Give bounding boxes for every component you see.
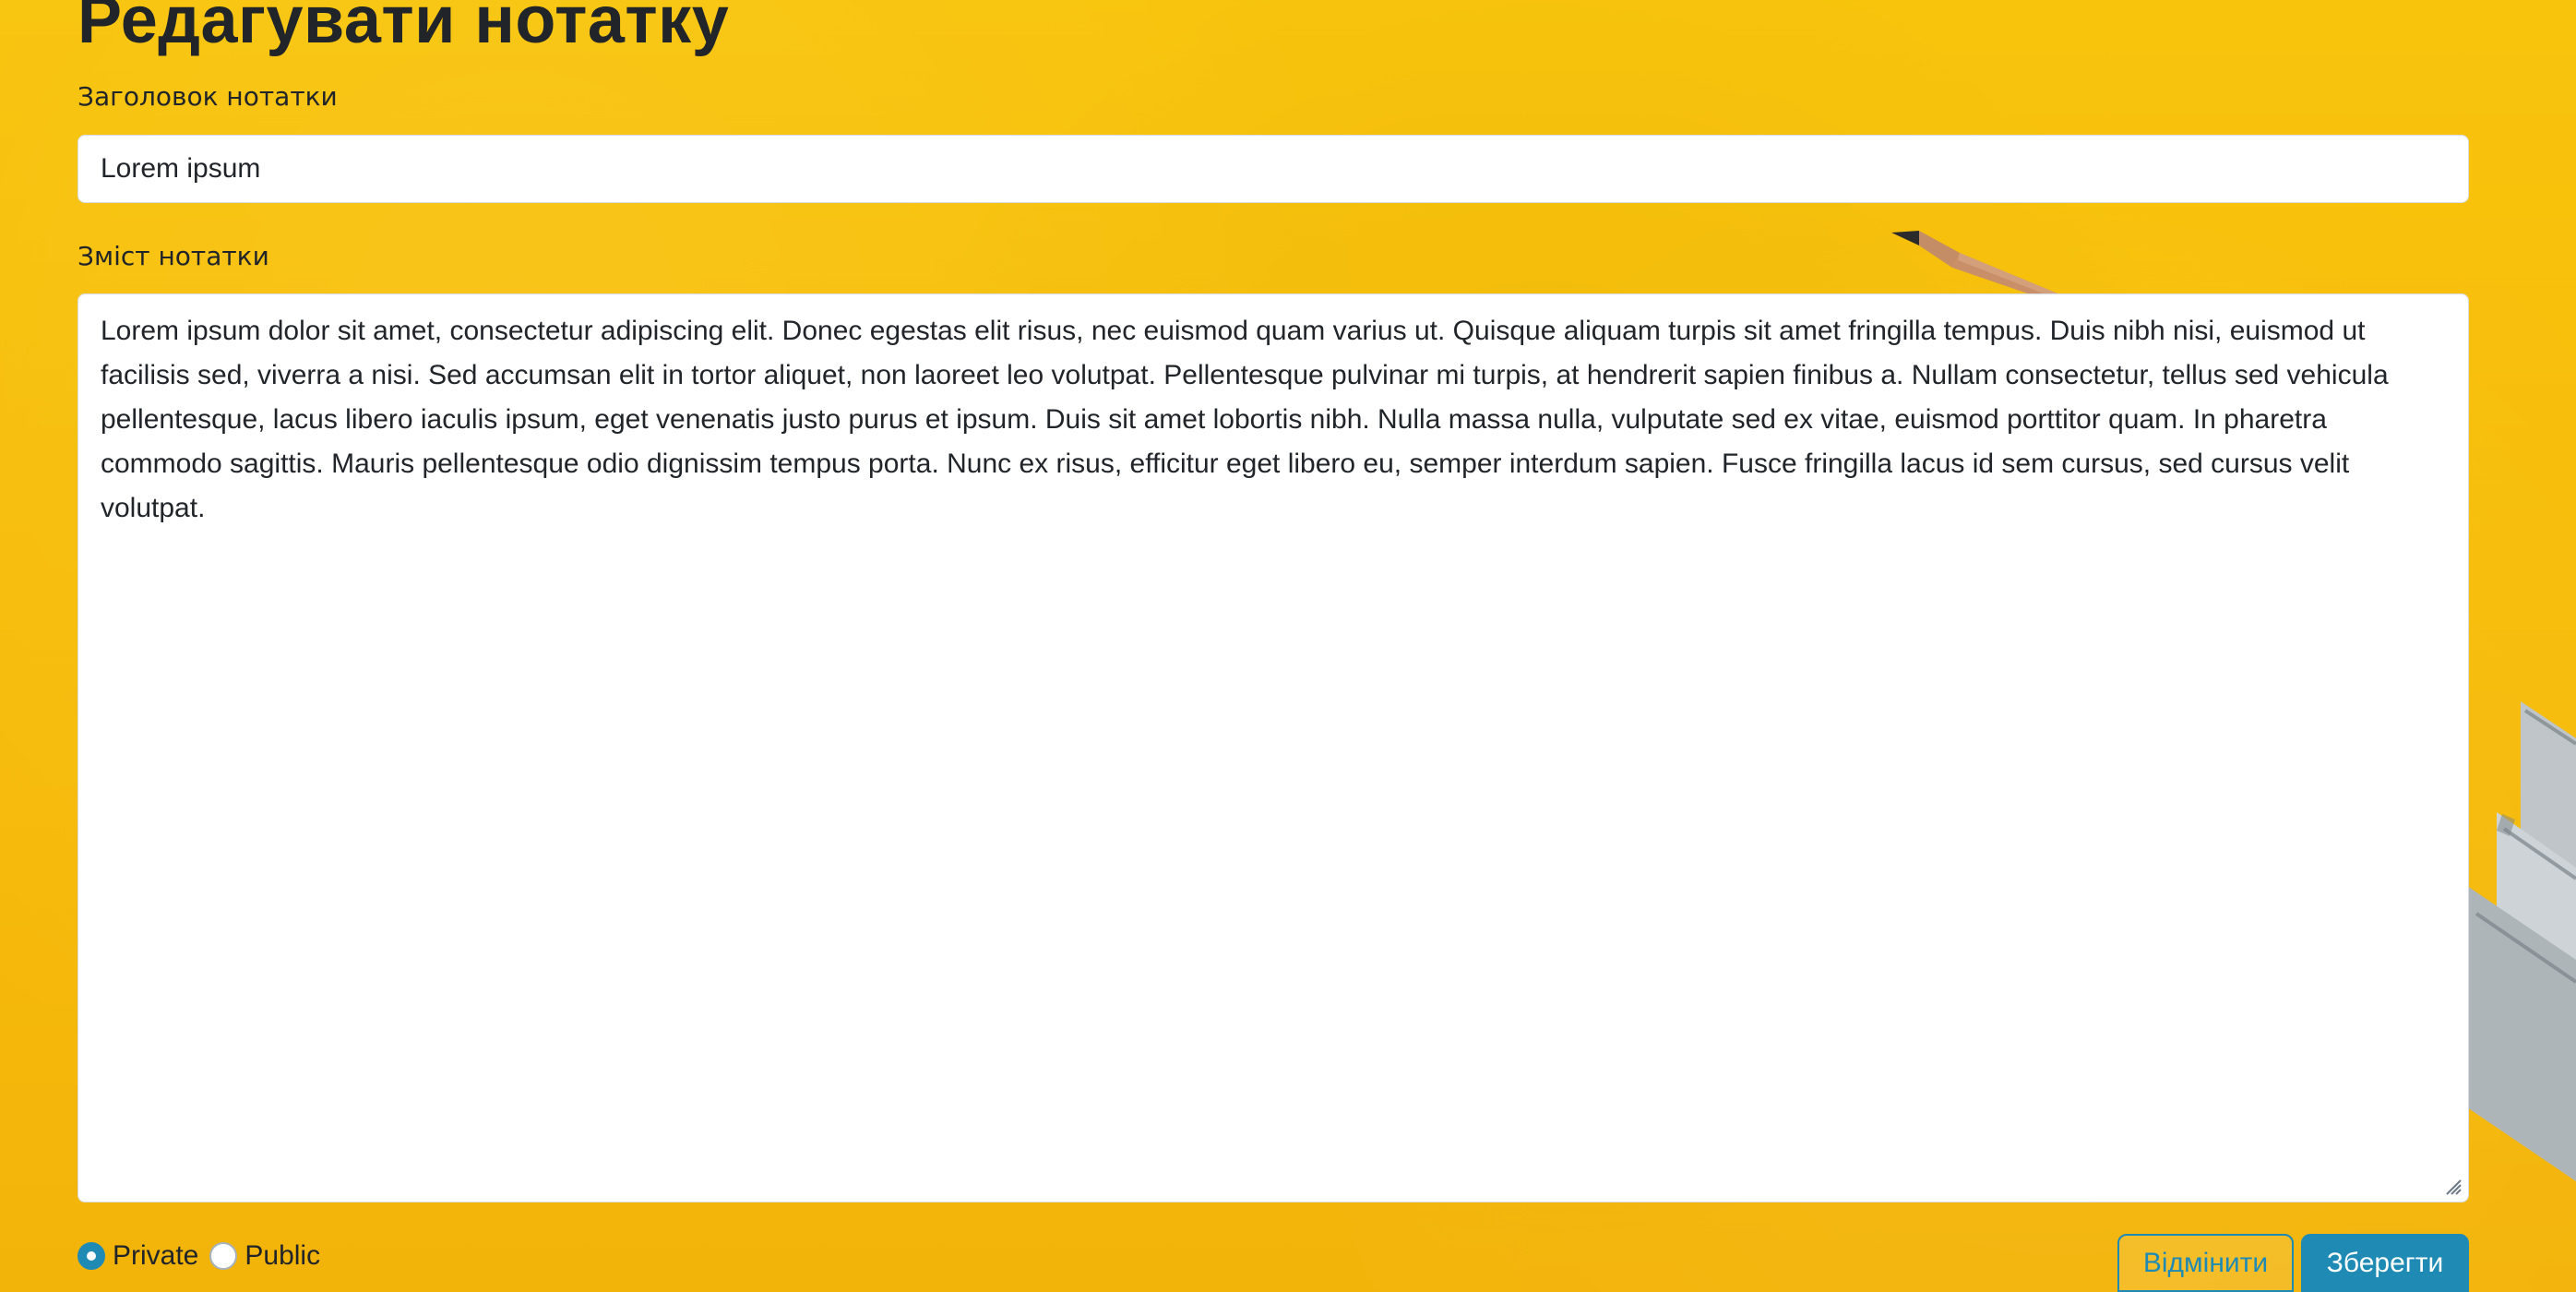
private-label: Private	[113, 1240, 199, 1271]
save-button[interactable]: Зберегти	[2301, 1234, 2469, 1292]
title-input[interactable]	[78, 135, 2469, 203]
form-actions: Відмінити Зберегти	[2117, 1234, 2469, 1292]
edit-note-form: Редагувати нотатку Заголовок нотатки Змі…	[78, 0, 2469, 1292]
content-label: Зміст нотатки	[78, 241, 269, 271]
visibility-radio-group: Private Public	[78, 1239, 326, 1273]
title-label: Заголовок нотатки	[78, 81, 338, 112]
resize-handle-icon[interactable]	[2440, 1174, 2463, 1196]
private-radio-icon[interactable]	[78, 1242, 105, 1270]
private-option[interactable]: Private	[78, 1239, 198, 1273]
public-option[interactable]: Public	[209, 1239, 320, 1273]
pencil-icon	[2467, 701, 2576, 1181]
cancel-button[interactable]: Відмінити	[2117, 1234, 2294, 1292]
public-radio-icon[interactable]	[209, 1242, 238, 1270]
content-textarea[interactable]: Lorem ipsum dolor sit amet, consectetur …	[78, 293, 2469, 1202]
public-label: Public	[244, 1240, 321, 1271]
page-title: Редагувати нотатку	[78, 0, 730, 57]
